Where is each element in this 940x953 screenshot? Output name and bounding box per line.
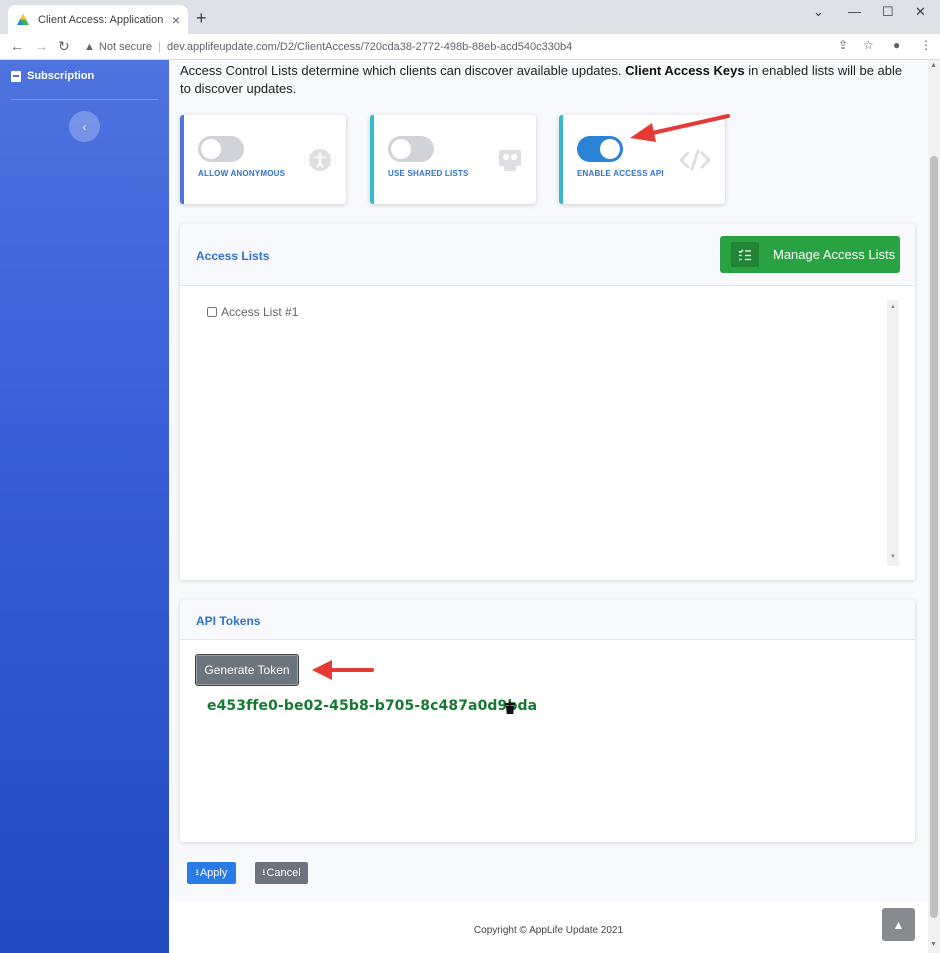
access-list-scrollbar[interactable]: ▲ ▼ xyxy=(887,300,899,566)
toggle-label: ALLOW ANONYMOUS xyxy=(198,169,286,178)
generate-token-button[interactable]: Generate Token xyxy=(195,654,299,686)
new-tab-icon[interactable]: + xyxy=(196,8,207,29)
enable-access-api-toggle[interactable] xyxy=(577,136,623,162)
close-tab-icon[interactable]: × xyxy=(172,12,180,28)
tab-title: Client Access: Application My Ap xyxy=(38,13,166,26)
use-shared-lists-card: USE SHARED LISTS xyxy=(370,115,536,204)
url-separator: | xyxy=(158,41,161,53)
tab-search-chevron-icon[interactable]: ⌄ xyxy=(813,4,824,20)
scroll-down-icon[interactable]: ▼ xyxy=(930,941,937,948)
chevron-left-icon: ‹ xyxy=(82,119,87,134)
download-icon: ⭳ xyxy=(262,867,266,877)
scroll-up-icon[interactable]: ▲ xyxy=(930,62,937,69)
warning-icon: ▲ xyxy=(84,41,95,53)
bookmark-star-icon[interactable]: ☆ xyxy=(863,38,874,52)
intro-bold-text: Client Access Keys xyxy=(625,63,745,78)
access-list-container: Access List #1 ▲ ▼ xyxy=(196,300,899,566)
access-lists-header: Access Lists Manage Access Lists xyxy=(180,224,915,286)
allow-anonymous-toggle[interactable] xyxy=(198,136,244,162)
toggle-label: ENABLE ACCESS API xyxy=(577,169,664,178)
allow-anonymous-card: ALLOW ANONYMOUS xyxy=(180,115,346,204)
profile-icon[interactable]: ● xyxy=(893,38,900,52)
toggle-label: USE SHARED LISTS xyxy=(388,169,469,178)
scroll-thumb[interactable] xyxy=(930,156,938,918)
use-shared-lists-toggle[interactable] xyxy=(388,136,434,162)
scroll-to-top-button[interactable]: ▲ xyxy=(882,908,915,941)
accessibility-icon xyxy=(309,149,331,171)
copyright-text: Copyright © AppLife Update 2021 xyxy=(473,925,624,936)
intro-text-part: Access Control Lists determine which cli… xyxy=(180,63,626,78)
manage-access-lists-button[interactable]: Manage Access Lists xyxy=(720,236,900,273)
access-lists-panel: Access Lists Manage Access Lists Access … xyxy=(180,224,915,580)
sidebar: Subscription ‹ xyxy=(0,60,169,953)
browser-tab-bar: Client Access: Application My Ap × + ⌄ —… xyxy=(0,0,940,34)
cancel-button[interactable]: ⭳ Cancel xyxy=(255,862,308,884)
menu-kebab-icon[interactable]: ⋮ xyxy=(920,38,932,52)
code-icon xyxy=(679,149,711,171)
trash-icon[interactable] xyxy=(505,702,515,714)
forward-icon[interactable]: → xyxy=(34,38,48,54)
sidebar-divider xyxy=(11,99,158,100)
page-scrollbar[interactable]: ▲ ▼ xyxy=(928,60,940,953)
cancel-label: Cancel xyxy=(266,867,301,879)
access-list-label: Access List #1 xyxy=(221,305,299,319)
annotation-arrow-icon xyxy=(630,114,730,142)
sidebar-item-subscription[interactable]: Subscription xyxy=(11,70,94,82)
list-check-icon xyxy=(731,242,759,267)
api-tokens-panel: API Tokens Generate Token e453ffe0-be02-… xyxy=(180,600,915,842)
list-item[interactable]: Access List #1 xyxy=(207,305,298,319)
security-label: Not secure xyxy=(98,41,153,53)
download-icon: ⭳ xyxy=(195,867,199,877)
maximize-icon[interactable]: ☐ xyxy=(882,4,894,20)
browser-tab[interactable]: Client Access: Application My Ap × xyxy=(8,5,188,34)
api-tokens-title: API Tokens xyxy=(196,614,261,628)
address-bar: ← → ↻ ▲ Not secure | dev.applifeupdate.c… xyxy=(0,34,940,60)
minimize-icon[interactable]: — xyxy=(848,4,861,19)
footer: Copyright © AppLife Update 2021 ▲ xyxy=(169,902,928,953)
close-window-icon[interactable]: ✕ xyxy=(915,4,926,20)
apply-label: Apply xyxy=(199,867,228,879)
chevron-up-icon: ▲ xyxy=(892,917,905,932)
url-field[interactable]: ▲ Not secure | dev.applifeupdate.com/D2/… xyxy=(84,36,884,58)
site-favicon-icon xyxy=(17,13,29,25)
url-text: dev.applifeupdate.com/D2/ClientAccess/72… xyxy=(166,41,573,53)
reload-icon[interactable]: ↻ xyxy=(58,38,70,55)
sidebar-item-label: Subscription xyxy=(27,70,95,82)
manage-access-lists-label: Manage Access Lists xyxy=(773,247,896,262)
api-tokens-body: Generate Token e453ffe0-be02-45b8-b705-8… xyxy=(180,640,915,842)
sidebar-collapse-button[interactable]: ‹ xyxy=(69,111,100,142)
api-token-value: e453ffe0-be02-45b8-b705-8c487a0d9bda xyxy=(207,698,538,714)
access-list-checkbox[interactable] xyxy=(207,307,217,317)
back-icon[interactable]: ← xyxy=(10,38,24,54)
access-lists-title: Access Lists xyxy=(196,249,270,263)
share-icon[interactable]: ⇪ xyxy=(838,38,848,52)
apply-button[interactable]: ⭳ Apply xyxy=(187,862,236,884)
annotation-arrow-icon xyxy=(312,660,374,680)
shared-lists-icon xyxy=(499,150,521,171)
document-icon xyxy=(11,70,21,82)
scroll-down-icon[interactable]: ▼ xyxy=(890,554,896,560)
api-tokens-header: API Tokens xyxy=(180,600,915,640)
scroll-up-icon[interactable]: ▲ xyxy=(890,304,896,310)
intro-text: Access Control Lists determine which cli… xyxy=(180,62,915,98)
